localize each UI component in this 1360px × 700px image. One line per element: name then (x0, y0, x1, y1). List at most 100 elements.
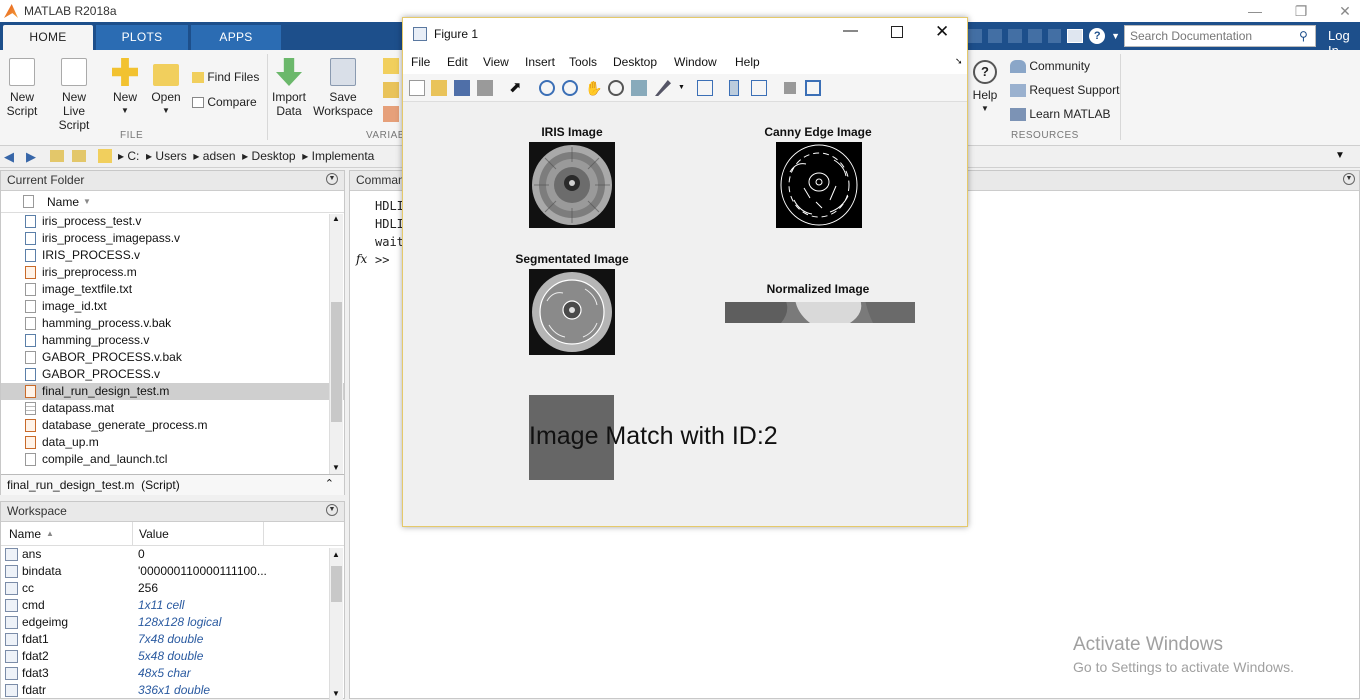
figure-close-icon[interactable]: ✕ (935, 22, 949, 42)
import-data-button[interactable]: Import Data (270, 58, 308, 118)
legend-icon[interactable] (751, 80, 767, 96)
scroll-thumb[interactable] (331, 302, 342, 422)
figure-menu-help[interactable]: Help (735, 55, 760, 69)
workspace-scrollbar[interactable]: ▲ ▼ (329, 548, 343, 700)
copy-icon[interactable] (1007, 29, 1022, 43)
file-list-item[interactable]: data_up.m (1, 434, 344, 451)
figure-menu-view[interactable]: View (483, 55, 509, 69)
file-list-item[interactable]: image_id.txt (1, 298, 344, 315)
name-column-header[interactable]: Name (47, 195, 79, 209)
workspace-variable-row[interactable]: edgeimg 128x128 logical (1, 614, 344, 631)
new-figure-icon[interactable] (409, 80, 425, 96)
tab-apps[interactable]: APPS (191, 25, 281, 50)
undo-icon[interactable] (1027, 29, 1042, 43)
workspace-variable-row[interactable]: bindata '000000110000111100... (1, 563, 344, 580)
switch-windows-icon[interactable] (1067, 29, 1084, 43)
zoom-out-icon[interactable] (562, 80, 578, 96)
scroll-thumb[interactable] (331, 566, 342, 602)
command-prompt[interactable]: >> (375, 251, 404, 269)
show-plot-tools-icon[interactable] (805, 80, 821, 96)
file-list-item[interactable]: datapass.mat (1, 400, 344, 417)
up-folder-icon[interactable] (50, 150, 64, 162)
chevron-down-icon[interactable]: ▼ (1111, 31, 1120, 41)
print-icon[interactable] (477, 80, 493, 96)
save-workspace-button[interactable]: Save Workspace (312, 58, 374, 118)
function-browser-icon[interactable]: fx (356, 252, 367, 266)
file-list-item[interactable]: hamming_process.v (1, 332, 344, 349)
file-list-item[interactable]: final_run_design_test.m (1, 383, 344, 400)
scroll-up-icon[interactable]: ▲ (332, 550, 340, 559)
dock-arrow-icon[interactable]: ➘ (955, 56, 963, 67)
details-bar[interactable]: final_run_design_test.m (Script) ⌃ (1, 474, 344, 495)
breadcrumb-item[interactable]: Users (155, 149, 186, 163)
chevron-down-icon[interactable]: ▼ (678, 84, 685, 91)
redo-icon[interactable] (1047, 29, 1062, 43)
file-list-item[interactable]: iris_process_imagepass.v (1, 230, 344, 247)
save-icon[interactable] (968, 29, 982, 43)
panel-actions-icon[interactable]: ▼ (326, 504, 338, 516)
clear-workspace-icon[interactable] (383, 106, 399, 122)
breadcrumb-item[interactable]: adsen (203, 149, 236, 163)
file-list-item[interactable]: compile_and_launch.tcl (1, 451, 344, 468)
search-icon[interactable]: ⚲ (1299, 29, 1308, 43)
folder-scrollbar[interactable]: ▲ ▼ (329, 214, 343, 474)
open-variable-icon[interactable] (383, 82, 399, 98)
search-documentation-input[interactable]: Search Documentation (1124, 25, 1316, 47)
figure-menu-insert[interactable]: Insert (525, 55, 555, 69)
data-cursor-icon[interactable] (631, 80, 647, 96)
request-support-link[interactable]: Request Support (1010, 83, 1119, 98)
compare-button[interactable]: Compare (192, 95, 264, 109)
file-list-item[interactable]: hamming_process.v.bak (1, 315, 344, 332)
link-plot-icon[interactable] (697, 80, 713, 96)
file-list-item[interactable]: database_generate_process.m (1, 417, 344, 434)
open-button[interactable]: Open ▼ (148, 58, 184, 118)
file-list-item[interactable]: GABOR_PROCESS.v (1, 366, 344, 383)
file-list-item[interactable]: iris_process_test.v (1, 213, 344, 230)
sort-icon[interactable]: ▼ (83, 197, 91, 206)
learn-matlab-link[interactable]: Learn MATLAB (1010, 107, 1111, 122)
help-icon[interactable]: ? (1089, 28, 1106, 44)
save-figure-icon[interactable] (454, 80, 470, 96)
panel-actions-icon[interactable]: ▼ (326, 173, 338, 185)
new-script-button[interactable]: New Script (4, 58, 40, 118)
restore-icon[interactable]: ❐ (1278, 0, 1324, 22)
minimize-icon[interactable]: — (1232, 0, 1278, 22)
scroll-up-icon[interactable]: ▲ (332, 214, 340, 223)
find-files-button[interactable]: Find Files (192, 70, 264, 84)
file-list-item[interactable]: iris_preprocess.m (1, 264, 344, 281)
figure-minimize-icon[interactable]: — (843, 22, 858, 39)
new-button[interactable]: New ▼ (108, 58, 142, 118)
cut-icon[interactable] (987, 29, 1002, 43)
workspace-variable-row[interactable]: ans 0 (1, 546, 344, 563)
breadcrumb-item[interactable]: Desktop (252, 149, 296, 163)
close-icon[interactable]: ✕ (1322, 0, 1360, 22)
help-button[interactable]: ? Help ▼ (970, 60, 1000, 116)
workspace-variable-row[interactable]: fdatr 336x1 double (1, 682, 344, 698)
chevron-up-icon[interactable]: ⌃ (325, 477, 334, 490)
scroll-down-icon[interactable]: ▼ (332, 463, 340, 472)
community-link[interactable]: Community (1010, 59, 1090, 74)
colorbar-icon[interactable] (729, 80, 739, 96)
name-column-header[interactable]: Name (9, 527, 41, 541)
sort-asc-icon[interactable]: ▲ (46, 529, 54, 538)
new-live-script-button[interactable]: New Live Script (46, 58, 102, 132)
new-variable-icon[interactable] (383, 58, 399, 74)
rotate-3d-icon[interactable] (608, 80, 624, 96)
tab-plots[interactable]: PLOTS (96, 25, 188, 50)
back-arrow-icon[interactable]: ◀ (4, 149, 14, 165)
figure-menu-file[interactable]: File (411, 55, 430, 69)
scroll-down-icon[interactable]: ▼ (332, 689, 340, 698)
file-list-item[interactable]: IRIS_PROCESS.v (1, 247, 344, 264)
open-file-icon[interactable] (431, 80, 447, 96)
figure-menu-desktop[interactable]: Desktop (613, 55, 657, 69)
figure-maximize-icon[interactable] (891, 26, 903, 38)
pointer-icon[interactable]: ⬈ (509, 80, 525, 96)
workspace-variable-row[interactable]: fdat2 5x48 double (1, 648, 344, 665)
hide-plot-tools-icon[interactable] (784, 82, 796, 94)
workspace-variable-row[interactable]: fdat3 48x5 char (1, 665, 344, 682)
figure-menu-window[interactable]: Window (674, 55, 717, 69)
figure-menu-tools[interactable]: Tools (569, 55, 597, 69)
breadcrumb-item[interactable]: Implementa (312, 149, 375, 163)
brush-icon[interactable] (655, 80, 671, 96)
zoom-in-icon[interactable] (539, 80, 555, 96)
